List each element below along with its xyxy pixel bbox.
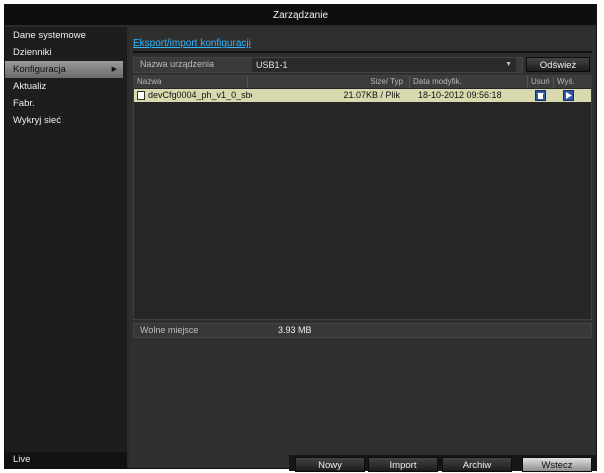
import-button[interactable]: Import — [368, 457, 438, 472]
sidebar-item-update[interactable]: Aktualiz — [5, 78, 127, 95]
trash-icon[interactable] — [535, 90, 546, 101]
sidebar: Dane systemowe Dzienniki Konfiguracja ▶ … — [5, 27, 127, 468]
file-modified: 18-10-2012 09:56:18 — [418, 90, 502, 100]
main-panel: Eksport/import konfiguracji Nazwa urządz… — [129, 27, 597, 472]
archive-button[interactable]: Archiw — [442, 457, 512, 472]
file-table: Nazwa Size/ Typ Data modyfik. Usuń Wyś. … — [133, 75, 592, 320]
window-title: Zarządzanie — [5, 5, 596, 25]
table-row[interactable]: devCfg0004_ph_v1_0_sbc 21.07KB / Plik 18… — [134, 89, 591, 102]
management-window: Zarządzanie Dane systemowe Dzienniki Kon… — [4, 4, 597, 472]
file-icon — [137, 91, 145, 100]
live-button[interactable]: Live — [5, 452, 127, 468]
device-name-label: Nazwa urządzenia — [140, 59, 215, 69]
play-icon[interactable] — [563, 90, 574, 101]
free-space-value: 3.93 MB — [278, 325, 312, 335]
column-header-modified[interactable]: Data modyfik. — [410, 76, 528, 88]
table-header: Nazwa Size/ Typ Data modyfik. Usuń Wyś. — [134, 76, 591, 88]
file-size-type: 21.07KB / Plik — [343, 90, 400, 100]
device-name-row: Nazwa urządzenia USB1-1 ▼ — [133, 57, 523, 73]
device-select[interactable]: USB1-1 ▼ — [252, 58, 516, 72]
column-header-play: Wyś. — [557, 77, 575, 86]
sidebar-item-logs[interactable]: Dzienniki — [5, 44, 127, 61]
refresh-button[interactable]: Odśwież — [526, 57, 590, 72]
column-header-delete: Usuń — [528, 76, 554, 88]
device-select-value: USB1-1 — [256, 60, 288, 70]
free-space-label: Wolne miejsce — [140, 325, 199, 335]
file-name: devCfg0004_ph_v1_0_sbc — [148, 90, 252, 100]
chevron-down-icon: ▼ — [505, 61, 512, 68]
free-space-row: Wolne miejsce 3.93 MB — [133, 323, 592, 338]
caret-right-icon: ▶ — [111, 66, 117, 73]
section-title-link[interactable]: Eksport/import konfiguracji — [133, 37, 592, 53]
sidebar-item-configuration[interactable]: Konfiguracja ▶ — [5, 61, 123, 78]
sidebar-item-system-data[interactable]: Dane systemowe — [5, 27, 127, 44]
column-header-size-type[interactable]: Size/ Typ — [248, 76, 410, 88]
sidebar-item-network-detect[interactable]: Wykryj sieć — [5, 112, 127, 129]
column-header-name[interactable]: Nazwa — [134, 76, 248, 88]
back-button[interactable]: Wstecz — [522, 457, 592, 472]
sidebar-item-label: Konfiguracja — [13, 64, 66, 75]
new-button[interactable]: Nowy — [295, 457, 365, 472]
sidebar-item-factory[interactable]: Fabr. — [5, 95, 127, 112]
